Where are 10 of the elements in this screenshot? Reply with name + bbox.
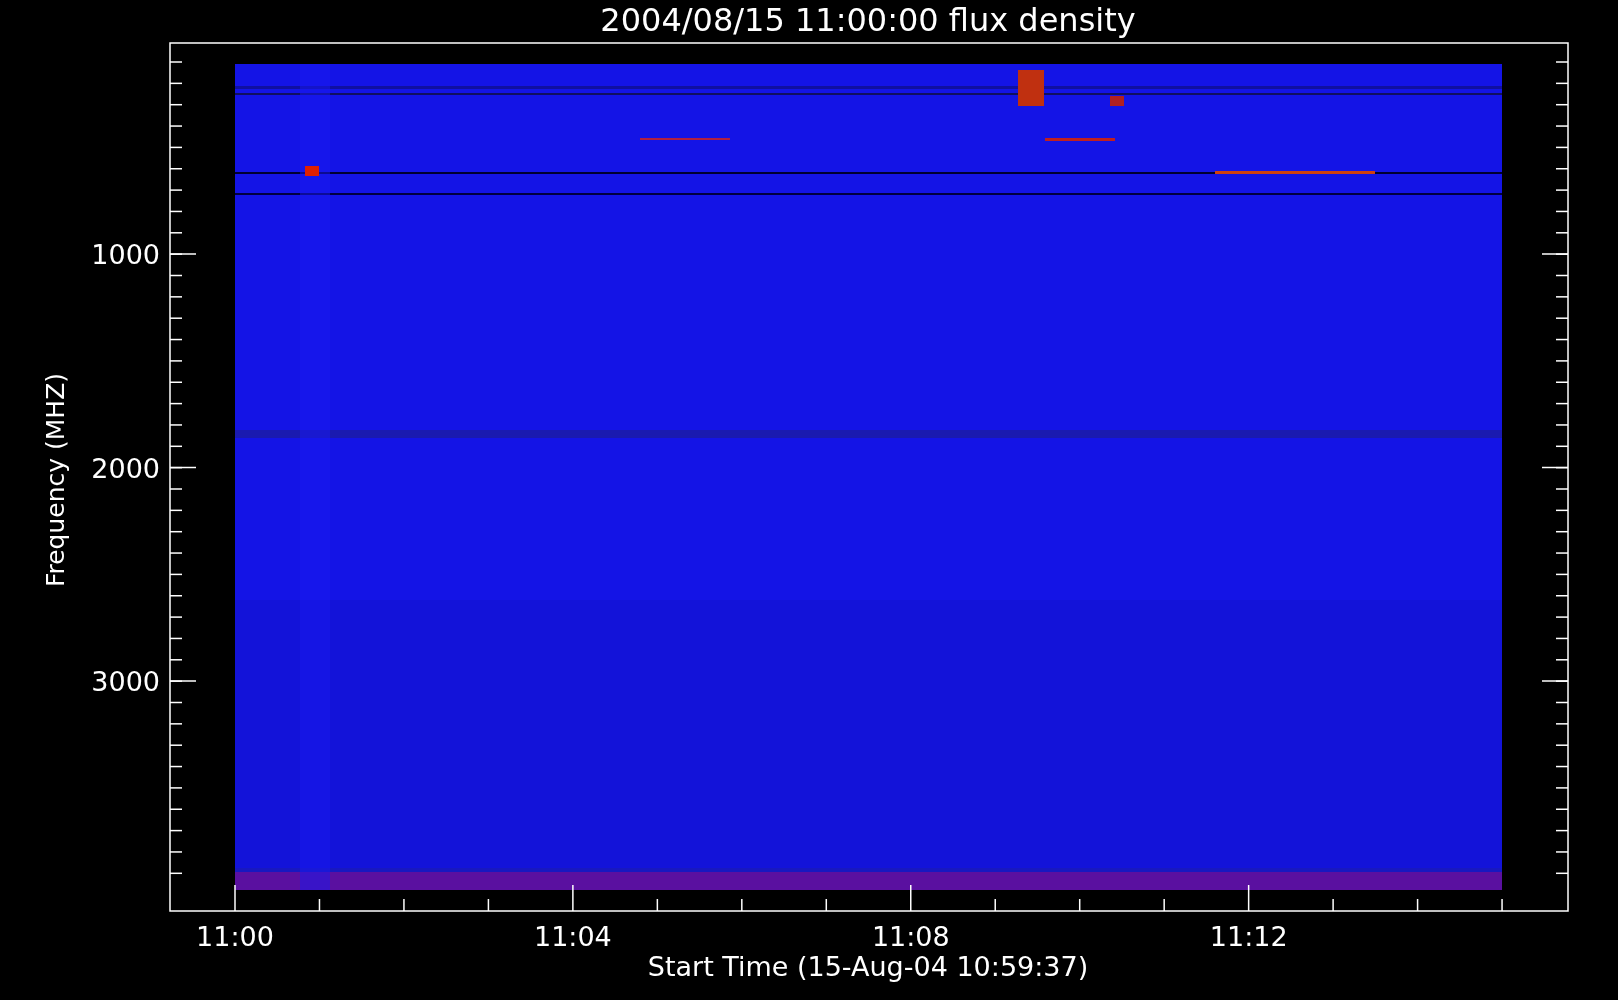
y-tick-label: 1000 xyxy=(91,239,160,270)
x-tick-label: 11:08 xyxy=(871,921,950,952)
x-tick-label: 11:00 xyxy=(196,921,274,952)
y-axis-label: Frequency (MHZ) xyxy=(41,372,70,588)
chart-title: 2004/08/15 11:00:00 flux density xyxy=(600,1,1136,39)
x-tick-label: 11:12 xyxy=(1209,921,1288,952)
x-tick-label: 11:04 xyxy=(534,921,612,952)
x-axis-label: Start Time (15-Aug-04 10:59:37) xyxy=(647,951,1089,982)
y-tick-label: 3000 xyxy=(91,666,160,697)
y-tick-label: 2000 xyxy=(91,452,160,484)
